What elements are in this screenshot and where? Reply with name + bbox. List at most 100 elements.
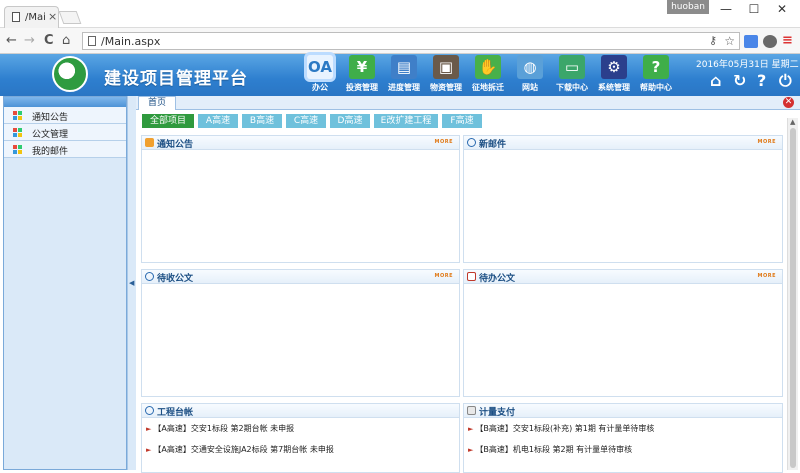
- nav-label: 下载中心: [556, 83, 588, 92]
- notice-panel: 通知公告 MORE: [141, 135, 460, 263]
- nav-item-1[interactable]: ¥ 投资管理: [344, 55, 380, 95]
- panel-header: 新邮件 MORE: [464, 136, 782, 150]
- nav-item-7[interactable]: ⚙ 系统管理: [596, 55, 632, 95]
- tab-home[interactable]: 首页: [138, 96, 176, 110]
- new-tab-button[interactable]: [58, 11, 82, 24]
- sidebar-header: [4, 97, 126, 107]
- panel-header: 待收公文 MORE: [142, 270, 459, 284]
- collapse-arrow-icon[interactable]: ◀: [129, 279, 134, 287]
- browser-home-button[interactable]: ⌂: [62, 33, 70, 49]
- bookmark-star-icon[interactable]: ☆: [724, 34, 735, 48]
- ledger-panel: 工程台帐 ► 【A高速】交安1标段 第2期台帐 未申报 ► 【A高速】交通安全设施J…: [141, 403, 460, 473]
- nav-item-8[interactable]: ? 帮助中心: [638, 55, 674, 95]
- folder-icon: ▭: [559, 55, 585, 79]
- scroll-up-icon[interactable]: ▲: [790, 118, 795, 126]
- panel-title: 新邮件: [479, 140, 507, 150]
- nav-item-5[interactable]: ◍ 网站: [512, 55, 548, 95]
- refresh-icon[interactable]: ↻: [733, 71, 746, 90]
- schedule-icon: ▤: [391, 55, 417, 79]
- nav-item-4[interactable]: ✋ 征地拆迁: [470, 55, 506, 95]
- nav-label: 进度管理: [388, 83, 420, 92]
- page-icon: [88, 36, 96, 46]
- maximize-button[interactable]: ☐: [740, 2, 768, 16]
- browser-tab[interactable]: /Mai ×: [4, 6, 59, 28]
- app-title: 建设项目管理平台: [104, 69, 248, 89]
- clock-icon: [467, 138, 476, 147]
- sidebar-item-documents[interactable]: 公文管理: [4, 124, 126, 141]
- nav-item-2[interactable]: ▤ 进度管理: [386, 55, 422, 95]
- list-item[interactable]: ► 【B高速】机电1标段 第2期 有计量单待审核: [468, 443, 654, 464]
- filter-f-highway[interactable]: F高速: [442, 114, 482, 128]
- minimize-button[interactable]: —: [712, 2, 740, 16]
- power-icon[interactable]: ⏻: [779, 71, 792, 91]
- mail-icon: [467, 272, 476, 281]
- nav-label: 投资管理: [346, 83, 378, 92]
- handshake-icon: ✋: [475, 55, 501, 79]
- browser-menu-icon[interactable]: ≡: [782, 33, 793, 49]
- panel-title: 工程台帐: [157, 408, 194, 418]
- sidebar-item-mail[interactable]: 我的邮件: [4, 141, 126, 158]
- tile-icon: [13, 145, 22, 154]
- profile-badge[interactable]: huoban: [667, 0, 709, 14]
- list-item[interactable]: ► 【A高速】交通安全设施JA2标段 第7期台帐 未申报: [146, 443, 334, 464]
- nav-item-3[interactable]: ▣ 物资管理: [428, 55, 464, 95]
- panel-header: 待办公文 MORE: [464, 270, 782, 284]
- address-bar[interactable]: /Main.aspx ⚷ ☆: [82, 32, 740, 50]
- mail-panel: 新邮件 MORE: [463, 135, 783, 263]
- filter-c-highway[interactable]: C高速: [286, 114, 326, 128]
- filter-a-highway[interactable]: A高速: [198, 114, 238, 128]
- nav-item-6[interactable]: ▭ 下载中心: [554, 55, 590, 95]
- filter-b-highway[interactable]: B高速: [242, 114, 282, 128]
- gear-icon: ⚙: [601, 55, 627, 79]
- filter-d-highway[interactable]: D高速: [330, 114, 370, 128]
- window-titlebar: /Mai × huoban — ☐ ✕: [0, 0, 800, 28]
- list-item[interactable]: ► 【A高速】交安1标段 第2期台帐 未申报: [146, 422, 334, 443]
- help-icon[interactable]: ?: [757, 71, 766, 90]
- sidebar-item-label: 公文管理: [32, 130, 69, 140]
- nav-label: 办公: [312, 83, 328, 92]
- document-icon: [467, 406, 476, 415]
- filter-e-expansion[interactable]: E改扩建工程: [374, 114, 438, 128]
- current-date: 2016年05月31日 星期二: [696, 60, 799, 70]
- clock-icon: [145, 272, 154, 281]
- back-button[interactable]: ←: [6, 33, 17, 49]
- globe-icon: ◍: [517, 55, 543, 79]
- page-icon: [12, 12, 20, 22]
- clock-icon: [145, 406, 154, 415]
- sidebar: 通知公告 公文管理 我的邮件: [3, 96, 127, 470]
- close-window-button[interactable]: ✕: [768, 2, 796, 16]
- more-link[interactable]: MORE: [758, 273, 777, 279]
- tab-close-icon[interactable]: ×: [48, 10, 57, 23]
- materials-icon: ▣: [433, 55, 459, 79]
- close-tabs-icon[interactable]: ✕: [783, 97, 794, 108]
- oa-icon: OA: [307, 55, 333, 79]
- filter-all-projects[interactable]: 全部项目: [142, 114, 194, 128]
- home-icon[interactable]: ⌂: [710, 71, 721, 90]
- inbox-doc-panel: 待收公文 MORE: [141, 269, 460, 397]
- more-link[interactable]: MORE: [435, 139, 454, 145]
- nav-label: 网站: [522, 83, 538, 92]
- translate-extension-icon[interactable]: [744, 35, 758, 48]
- sidebar-item-label: 通知公告: [32, 113, 69, 123]
- app-logo: [52, 56, 88, 92]
- sidebar-item-notice[interactable]: 通知公告: [4, 107, 126, 124]
- main-content: 首页 ✕ 全部项目 A高速 B高速 C高速 D高速 E改扩建工程 F高速 通知公…: [136, 96, 800, 473]
- reload-button[interactable]: C: [44, 33, 54, 49]
- nav-label: 物资管理: [430, 83, 462, 92]
- forward-button[interactable]: →: [24, 33, 35, 49]
- content-scrollbar[interactable]: ▲: [787, 118, 798, 470]
- browser-toolbar: ← → C ⌂ /Main.aspx ⚷ ☆ ≡: [0, 28, 800, 54]
- more-link[interactable]: MORE: [758, 139, 777, 145]
- nav-label: 帮助中心: [640, 83, 672, 92]
- panel-header: 计量支付: [464, 404, 782, 418]
- more-link[interactable]: MORE: [435, 273, 454, 279]
- sidebar-splitter[interactable]: ◀: [127, 96, 136, 470]
- nav-item-0[interactable]: OA 办公: [302, 55, 338, 95]
- extension-icon[interactable]: [763, 35, 777, 48]
- list-item[interactable]: ► 【B高速】交安1标段(补充) 第1期 有计量单待审核: [468, 422, 654, 443]
- notice-icon: [145, 138, 154, 147]
- arrow-icon: ►: [468, 446, 474, 454]
- key-icon[interactable]: ⚷: [709, 34, 717, 47]
- scrollbar-thumb[interactable]: [790, 128, 796, 468]
- yen-icon: ¥: [349, 55, 375, 79]
